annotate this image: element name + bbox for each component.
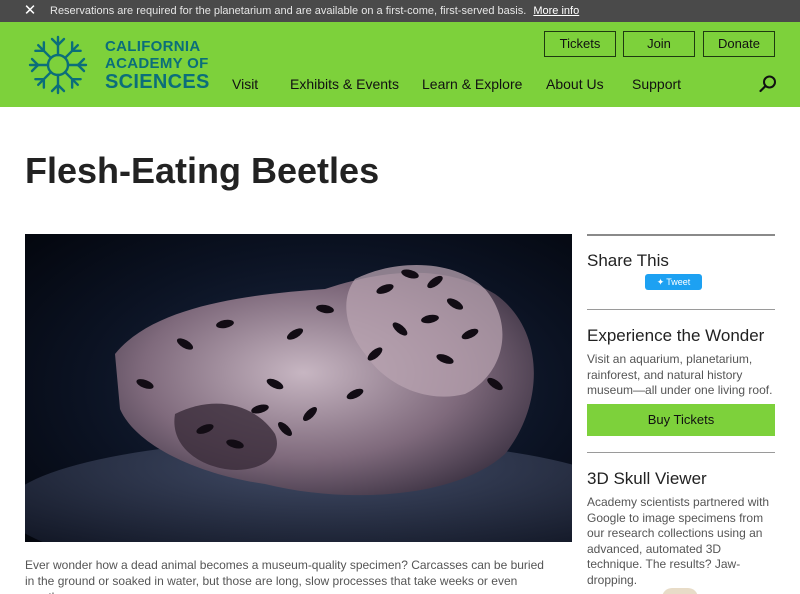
logo-line-1: CALIFORNIA bbox=[105, 38, 201, 55]
twitter-bird-icon: ✦ bbox=[656, 277, 665, 287]
nav-learn-explore[interactable]: Learn & Explore bbox=[422, 76, 522, 92]
nav-exhibits-events[interactable]: Exhibits & Events bbox=[290, 76, 399, 92]
close-icon[interactable]: ✕ bbox=[22, 0, 38, 22]
page-title: Flesh-Eating Beetles bbox=[25, 150, 380, 191]
buy-tickets-button[interactable]: Buy Tickets bbox=[587, 404, 775, 436]
donate-button[interactable]: Donate bbox=[703, 31, 775, 57]
experience-section: Experience the Wonder Visit an aquarium,… bbox=[587, 326, 775, 399]
sidebar-divider bbox=[587, 452, 775, 453]
skull-viewer-title: 3D Skull Viewer bbox=[587, 469, 707, 488]
notice-message-wrap: Reservations are required for the planet… bbox=[50, 0, 579, 22]
site-header: CALIFORNIA ACADEMY OF SCIENCES Tickets J… bbox=[0, 22, 800, 107]
hero-image bbox=[25, 234, 572, 542]
more-info-link[interactable]: More info bbox=[533, 5, 579, 17]
article-intro: Ever wonder how a dead animal becomes a … bbox=[25, 558, 544, 594]
nav-about-us[interactable]: About Us bbox=[546, 76, 604, 92]
academy-logo[interactable]: CALIFORNIA ACADEMY OF SCIENCES bbox=[24, 31, 209, 99]
sidebar-divider bbox=[587, 234, 775, 236]
nav-support[interactable]: Support bbox=[632, 76, 681, 92]
skull-viewer-text: Academy scientists partnered with Google… bbox=[587, 495, 770, 587]
nav-visit[interactable]: Visit bbox=[232, 76, 258, 92]
tweet-label: Tweet bbox=[666, 277, 691, 287]
notice-bar: ✕ Reservations are required for the plan… bbox=[0, 0, 800, 22]
sidebar-divider bbox=[587, 309, 775, 310]
join-button[interactable]: Join bbox=[623, 31, 695, 57]
skull-viewer-section: 3D Skull Viewer Academy scientists partn… bbox=[587, 469, 775, 588]
tickets-button[interactable]: Tickets bbox=[544, 31, 616, 57]
starburst-logo-icon bbox=[28, 35, 88, 95]
experience-text: Visit an aquarium, planetarium, rainfore… bbox=[587, 352, 773, 397]
tweet-button[interactable]: ✦ Tweet bbox=[645, 274, 702, 290]
skull-thumbnail[interactable] bbox=[662, 588, 698, 594]
logo-line-3: SCIENCES bbox=[105, 71, 210, 93]
search-icon[interactable] bbox=[758, 74, 778, 94]
share-section: Share This bbox=[587, 251, 775, 271]
share-title: Share This bbox=[587, 251, 669, 270]
logo-line-2: ACADEMY OF bbox=[105, 55, 209, 72]
notice-message: Reservations are required for the planet… bbox=[50, 5, 527, 17]
experience-title: Experience the Wonder bbox=[587, 326, 765, 345]
